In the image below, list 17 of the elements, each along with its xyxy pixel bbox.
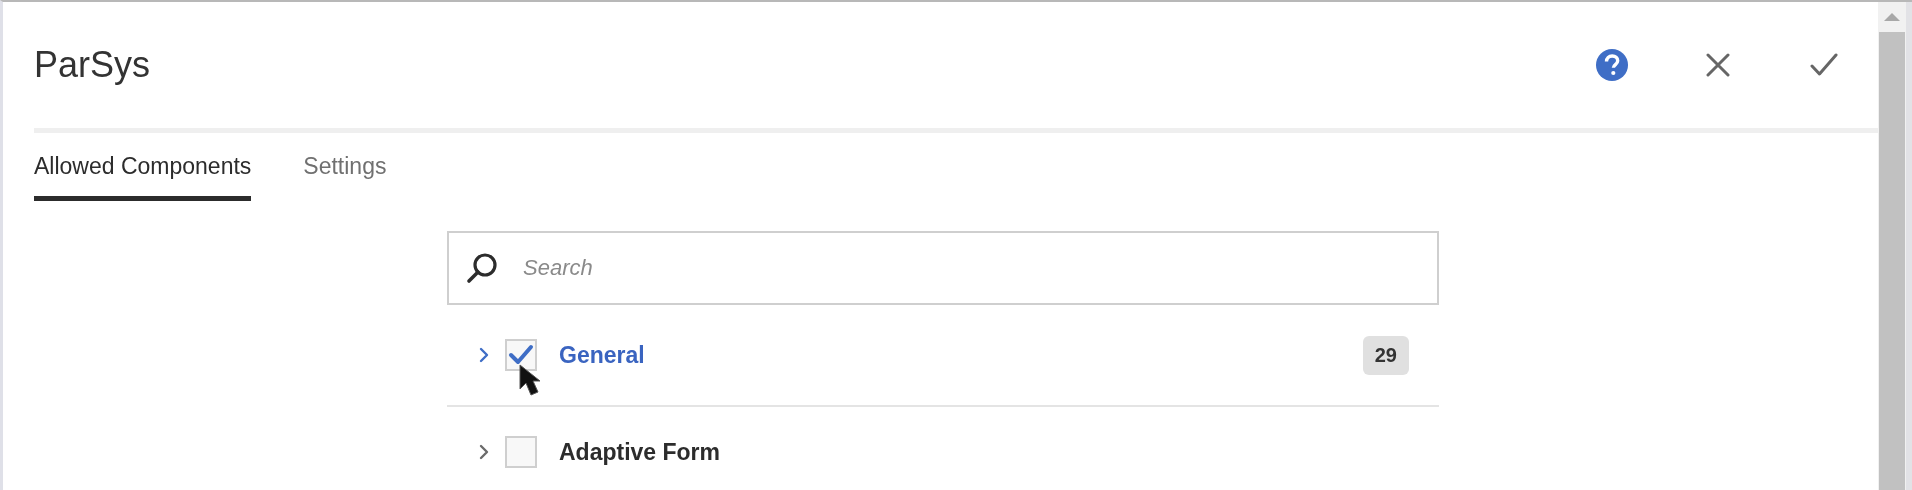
count-badge: 29	[1362, 335, 1409, 375]
chevron-icon[interactable]	[479, 444, 489, 460]
mouse-pointer-icon	[517, 363, 541, 397]
group-label: General	[559, 341, 646, 369]
tab[interactable]: Allowed Components	[34, 153, 252, 201]
chevron-icon[interactable]	[479, 347, 489, 363]
tab[interactable]: Settings	[303, 153, 387, 201]
group-label: Adaptive Form	[559, 438, 722, 466]
dialog-title: ParSys	[34, 44, 151, 86]
checkbox[interactable]	[505, 339, 537, 371]
help-button[interactable]	[1594, 47, 1630, 83]
scrollbar[interactable]	[1878, 2, 1912, 490]
close-icon	[1706, 53, 1730, 77]
checkbox[interactable]	[505, 436, 537, 468]
checkmark-icon	[1810, 53, 1838, 77]
help-icon	[1595, 48, 1629, 82]
search-field[interactable]: Search	[447, 231, 1439, 305]
